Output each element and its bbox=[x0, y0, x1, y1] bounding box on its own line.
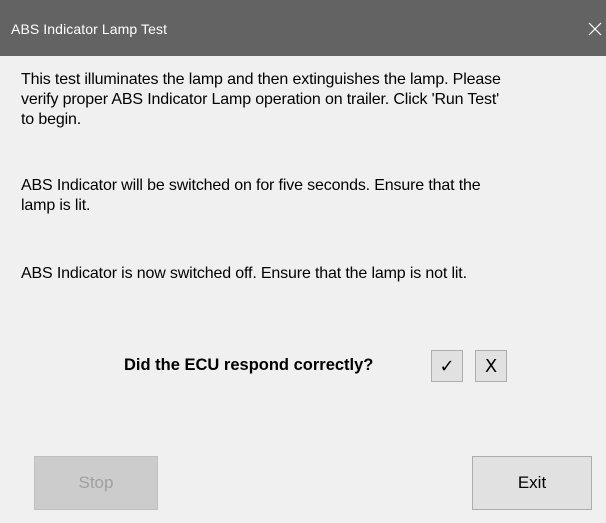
window-title: ABS Indicator Lamp Test bbox=[11, 21, 168, 37]
intro-message: This test illuminates the lamp and then … bbox=[21, 71, 501, 128]
switched-off-message: ABS Indicator is now switched off. Ensur… bbox=[21, 265, 467, 282]
switched-on-message: ABS Indicator will be switched on for fi… bbox=[21, 177, 481, 214]
stop-button-label: Stop bbox=[78, 473, 114, 492]
stop-button[interactable]: Stop bbox=[34, 456, 158, 510]
dialog-body: This test illuminates the lamp and then … bbox=[0, 56, 606, 523]
exit-button[interactable]: Exit bbox=[472, 456, 592, 510]
exit-button-label: Exit bbox=[517, 473, 547, 492]
title-bar[interactable]: ABS Indicator Lamp Test bbox=[0, 0, 606, 56]
dialog-window: ABS Indicator Lamp Test This test illumi… bbox=[0, 0, 606, 523]
no-button[interactable]: X bbox=[475, 350, 507, 382]
yes-button[interactable]: ✓ bbox=[431, 350, 463, 382]
close-icon[interactable] bbox=[582, 12, 606, 46]
response-question: Did the ECU respond correctly? bbox=[124, 356, 374, 374]
no-label: X bbox=[484, 355, 498, 377]
checkmark-icon: ✓ bbox=[439, 355, 455, 377]
